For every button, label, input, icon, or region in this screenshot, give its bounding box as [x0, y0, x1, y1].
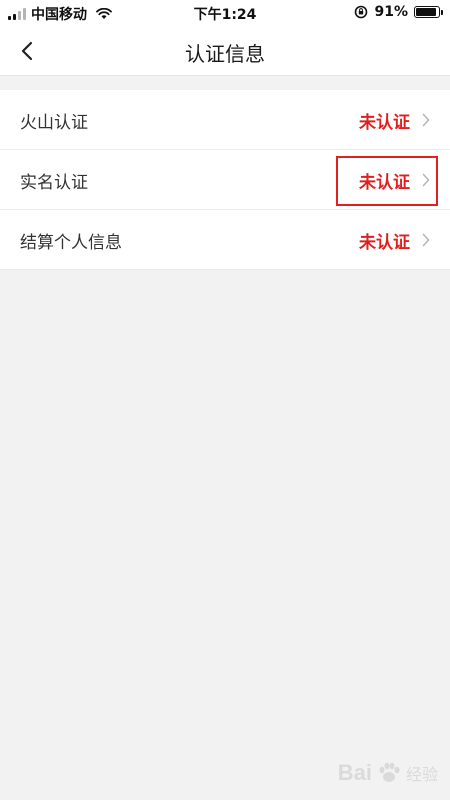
status-right: 91% [354, 4, 443, 20]
list-item-label: 结算个人信息 [20, 233, 122, 253]
chevron-right-icon [422, 233, 430, 247]
list-item-real-name-verification[interactable]: 实名认证 未认证 [0, 150, 450, 210]
verification-list: 火山认证 未认证 实名认证 未认证 结算个人信息 未认证 [0, 90, 450, 270]
status-text: 未认证 [359, 173, 410, 193]
status-text: 未认证 [359, 113, 410, 133]
list-item-volcano-verification[interactable]: 火山认证 未认证 [0, 90, 450, 150]
watermark: Bai 经验 [338, 760, 438, 786]
battery-percent: 91% [374, 4, 408, 20]
list-item-label: 实名认证 [20, 173, 88, 193]
rotation-lock-icon [355, 5, 368, 19]
page-title: 认证信息 [185, 42, 265, 66]
paw-icon [379, 762, 400, 782]
watermark-brand: Bai [337, 760, 372, 785]
nav-bar: 认证信息 [0, 26, 450, 76]
status-text: 未认证 [359, 233, 410, 253]
battery-level [416, 8, 437, 16]
chevron-right-icon [422, 173, 430, 187]
chevron-right-icon [422, 113, 430, 127]
list-item-label: 火山认证 [20, 113, 88, 133]
list-item-settlement-personal-info[interactable]: 结算个人信息 未认证 [0, 210, 450, 270]
battery-icon [414, 6, 443, 18]
watermark-tail: 经验 [405, 767, 438, 784]
status-bar: 中国移动 下午1:24 91% [0, 0, 450, 26]
